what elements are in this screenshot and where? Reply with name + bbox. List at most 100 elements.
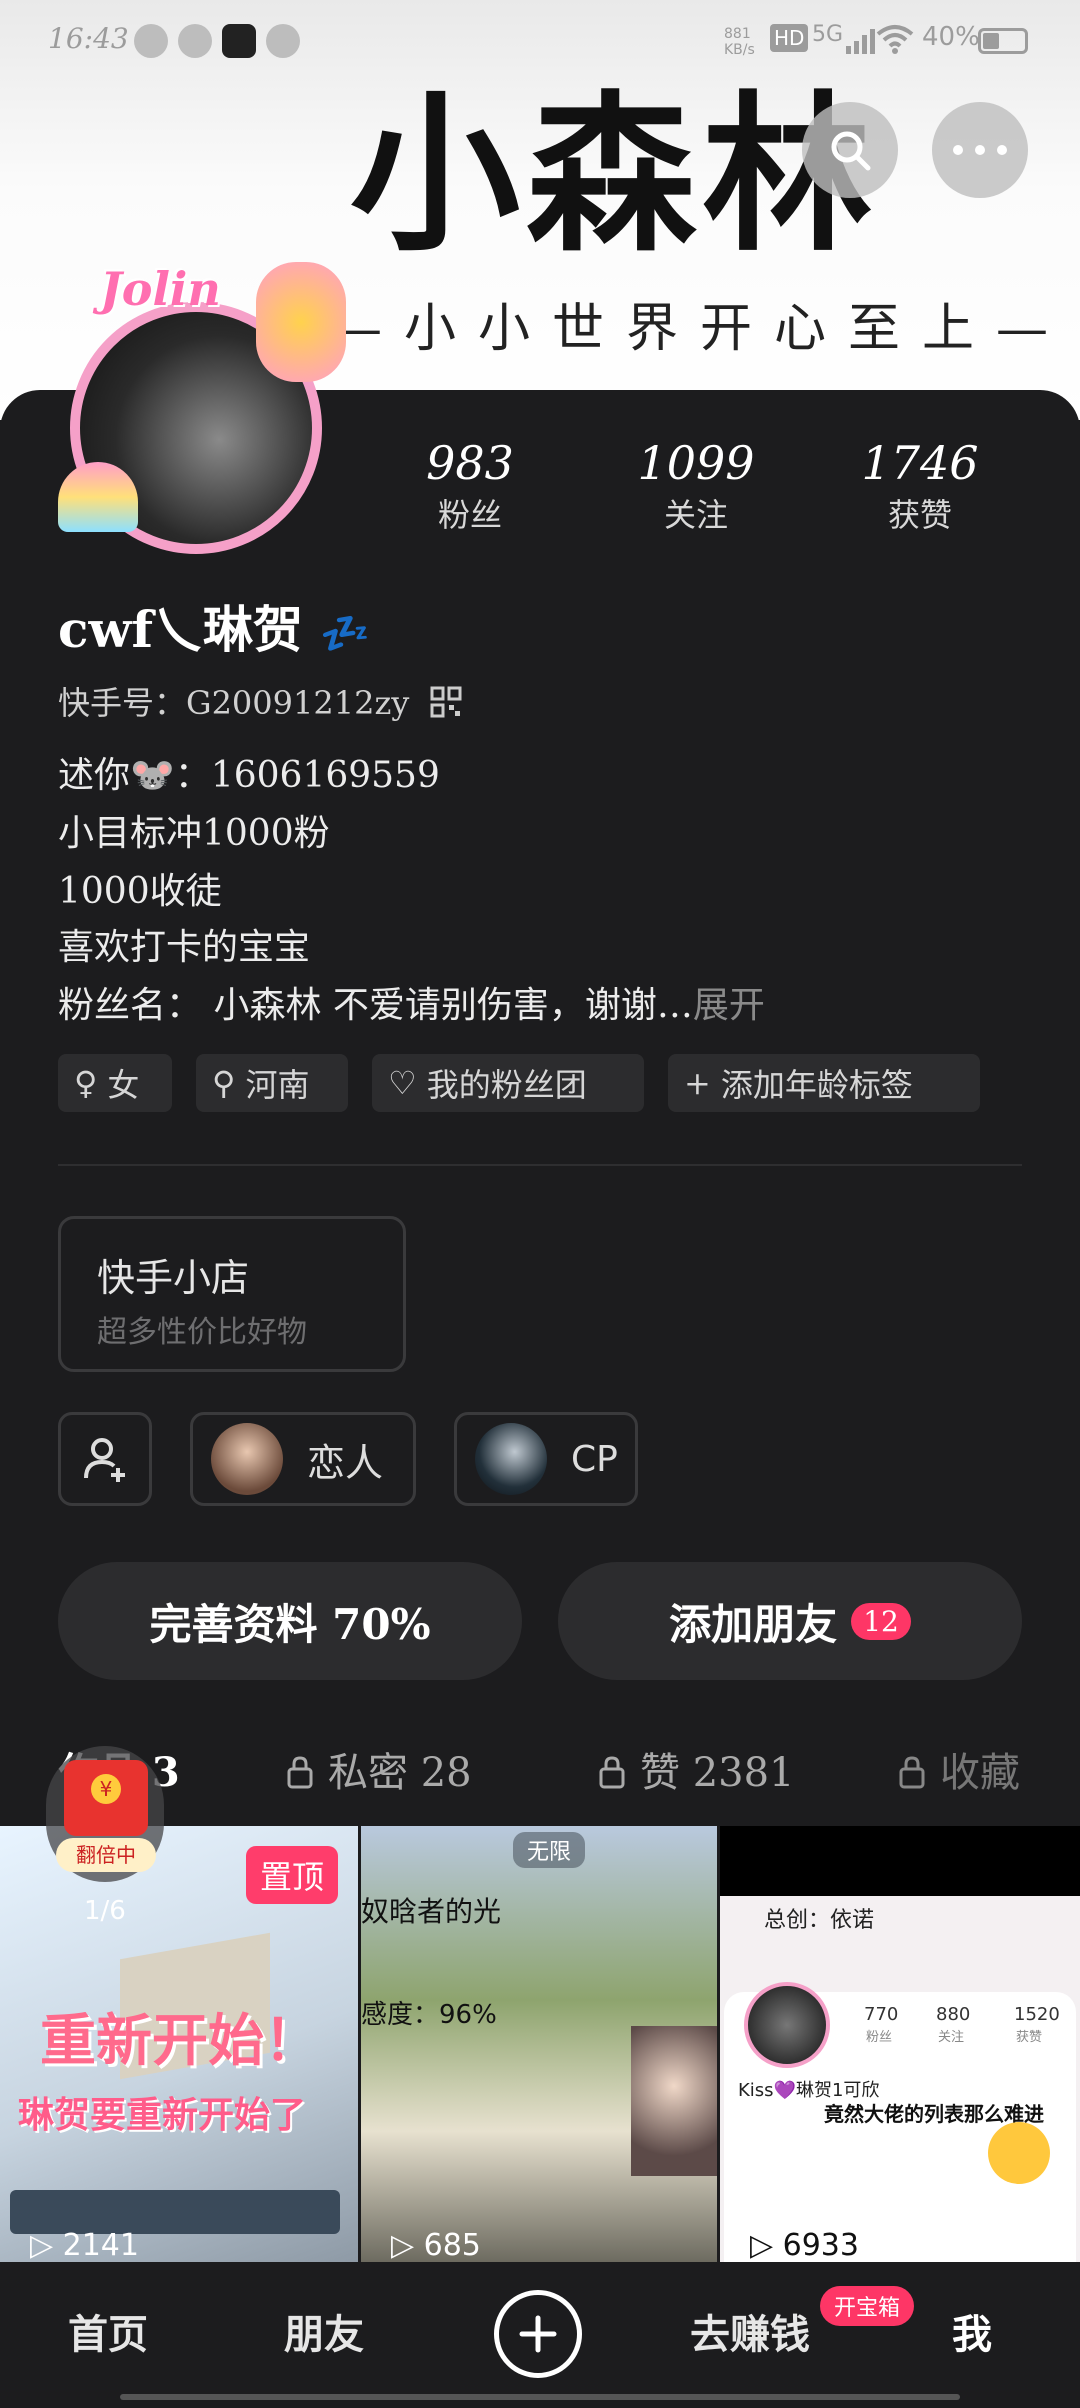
avatar-frame[interactable]: Jolin	[58, 262, 348, 554]
relation-chip-cp[interactable]: CP	[454, 1412, 638, 1506]
lock-icon	[598, 1753, 626, 1799]
tag-add-age[interactable]: + 添加年龄标签	[668, 1054, 980, 1112]
relation-chip-lover[interactable]: 恋人	[190, 1412, 416, 1506]
black-bar	[720, 1826, 1080, 1896]
tab-label: 收藏	[940, 1750, 1020, 1796]
nav-home[interactable]: 首页	[68, 2302, 148, 2360]
cp-avatar	[475, 1423, 547, 1495]
divider	[58, 1164, 1022, 1166]
tag-label: 河南	[245, 1066, 310, 1104]
add-friends-button[interactable]: 添加朋友 12	[558, 1562, 1022, 1680]
tab-label: 赞 2381	[640, 1750, 795, 1796]
bottom-nav: 首页 朋友 去赚钱 开宝箱 我	[0, 2262, 1080, 2408]
thumb-headline: 重新开始！	[40, 2008, 320, 2074]
nav-me[interactable]: 我	[952, 2302, 992, 2360]
pinned-badge: 置顶	[246, 1846, 339, 1904]
play-count: ▷ 2141	[30, 2228, 139, 2262]
create-button[interactable]	[494, 2290, 582, 2378]
add-user-icon	[84, 1438, 125, 1482]
video-thumb-2[interactable]: 无限 奴晗者的光 感度：96% ▷ 685	[361, 1826, 717, 2262]
tag-fan-club[interactable]: ♡ 我的粉丝团	[372, 1054, 644, 1112]
preview-stat: 770	[864, 2004, 899, 2025]
face-overlay	[631, 2026, 717, 2176]
tag-location[interactable]: ⚲ 河南	[196, 1054, 348, 1112]
top-label: 无限	[513, 1832, 586, 1868]
complete-profile-button[interactable]: 完善资料 70%	[58, 1562, 522, 1680]
heart-icon: ♡	[388, 1064, 417, 1102]
add-friends-badge: 12	[851, 1602, 911, 1640]
stat-value: 983	[426, 436, 514, 490]
stat-fans[interactable]: 983 粉丝	[370, 436, 570, 536]
bio-line: 喜欢打卡的宝宝	[58, 927, 311, 968]
video-thumb-1[interactable]: 置顶 1/6 重新开始！ 琳贺要重新开始了 ▷ 2141	[0, 1826, 358, 2262]
preview-stat-label: 粉丝	[866, 2030, 893, 2045]
kuaishou-id[interactable]: 快手号：G20091212zy	[58, 678, 462, 726]
search-button[interactable]	[802, 102, 898, 198]
play-icon: ▷	[391, 2228, 415, 2262]
tag-gender[interactable]: ♀ 女	[58, 1054, 172, 1112]
red-packet-widget[interactable]: ¥ 翻倍中	[40, 1746, 170, 1882]
video-thumb-3[interactable]: 总创：依诺 770 880 1520 粉丝 关注 获赞 Kiss💜琳贺1可欣 竟…	[720, 1826, 1080, 2262]
stat-label: 粉丝	[437, 496, 502, 534]
speedometer-icon	[266, 24, 300, 58]
bio-line: 小目标冲1000粉	[58, 813, 330, 854]
more-icon	[953, 145, 1007, 155]
preview-stat-label: 关注	[938, 2030, 965, 2045]
zipper-face-emoji-icon	[988, 2122, 1050, 2184]
red-envelope-icon: ¥	[64, 1760, 148, 1836]
tag-label: 我的粉丝团	[426, 1066, 587, 1104]
tiktok-icon	[222, 24, 256, 58]
preview-avatar	[744, 1982, 830, 2068]
tab-label: 私密 28	[328, 1750, 472, 1796]
treasure-chest-badge: 开宝箱	[820, 2286, 915, 2326]
expand-link[interactable]: 展开	[693, 985, 765, 1026]
sleep-emoji: 💤	[320, 610, 371, 657]
avatar-badge-text: Jolin	[100, 262, 221, 316]
tag-label: 添加年龄标签	[720, 1066, 913, 1104]
add-relation-button[interactable]	[58, 1412, 152, 1506]
stat-following[interactable]: 1099 关注	[596, 436, 796, 536]
red-packet-label: 翻倍中	[56, 1838, 156, 1872]
search-icon	[831, 131, 871, 171]
stat-label: 获赞	[887, 496, 952, 534]
preview-stat-label: 获赞	[1016, 2030, 1043, 2045]
tab-favorites[interactable]: 收藏	[898, 1740, 1020, 1799]
message-icon	[178, 24, 212, 58]
more-button[interactable]	[932, 102, 1028, 198]
net-speed: 881 KB/s	[724, 26, 755, 58]
status-time: 16:43	[48, 22, 129, 55]
stat-label: 关注	[663, 496, 728, 534]
nav-friends[interactable]: 朋友	[284, 2302, 364, 2360]
tab-liked[interactable]: 赞 2381	[598, 1740, 795, 1799]
tab-private[interactable]: 私密 28	[286, 1740, 472, 1799]
banner-subtitle: —小小世界开心至上—	[330, 299, 1071, 359]
shop-subtitle: 超多性价比好物	[97, 1315, 307, 1350]
play-count-value: 6933	[782, 2228, 859, 2262]
rainbow-icon	[58, 462, 138, 532]
qr-code-icon	[430, 686, 462, 726]
profile-name: cwf乀琳贺 💤	[58, 590, 370, 662]
bio-line: 述你🐭：1606169559	[58, 755, 440, 796]
nav-earn[interactable]: 去赚钱	[690, 2302, 810, 2360]
avatar-decoration-icon	[256, 262, 346, 382]
status-bar: 16:43 881 KB/s HD 5G 40%	[0, 0, 1080, 84]
kuaishou-shop-card[interactable]: 快手小店 超多性价比好物	[58, 1216, 406, 1372]
banner-title: 小森林	[350, 75, 879, 275]
gesture-bar	[120, 2394, 960, 2400]
plus-icon: +	[684, 1064, 711, 1102]
profile-preview-card: 770 880 1520 粉丝 关注 获赞 Kiss💜琳贺1可欣 竟然大佬的列表…	[724, 1982, 1076, 2262]
thumb-caption-mid: 感度：96%	[361, 2000, 497, 2030]
preview-stat: 1520	[1014, 2004, 1060, 2025]
preview-stat: 880	[936, 2004, 971, 2025]
page-indicator: 1/6	[84, 1896, 126, 1926]
thumb-caption-top: 奴晗者的光	[361, 1895, 502, 1928]
stat-value: 1099	[637, 436, 755, 490]
relation-label: 恋人	[307, 1440, 384, 1485]
bio-line: 1000收徒	[58, 871, 222, 912]
location-pin-icon: ⚲	[212, 1064, 236, 1102]
battery-icon	[978, 28, 1028, 54]
app-notification-icon	[134, 24, 168, 58]
lock-icon	[286, 1753, 314, 1799]
add-friends-label: 添加朋友	[669, 1599, 838, 1649]
stat-likes[interactable]: 1746 获赞	[820, 436, 1020, 536]
